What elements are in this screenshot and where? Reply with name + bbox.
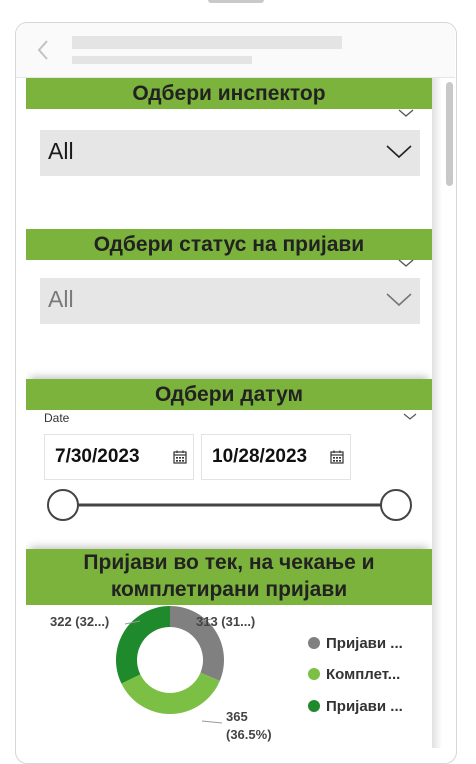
scrollbar-thumb[interactable] xyxy=(446,82,453,186)
legend-item[interactable]: Комплет... xyxy=(308,666,400,686)
legend-label: Пријави ... xyxy=(326,698,403,715)
start-date-value: 7/30/2023 xyxy=(55,446,140,467)
date-filter-title: Одбери датум xyxy=(26,379,432,410)
content-shadow xyxy=(432,78,442,748)
calendar-icon[interactable] xyxy=(330,450,344,464)
chevron-down-icon xyxy=(386,293,412,307)
slice-data-label: 313 (31...) xyxy=(196,614,256,629)
slider-end-handle[interactable] xyxy=(380,489,412,521)
legend-item[interactable]: Пријави ... xyxy=(308,635,403,655)
calendar-icon[interactable] xyxy=(173,450,187,464)
legend-marker xyxy=(308,668,320,680)
legend-item[interactable]: Пријави ... xyxy=(308,698,403,718)
inspector-select[interactable]: All xyxy=(40,130,420,176)
status-select[interactable]: All xyxy=(40,278,420,324)
date-slicer-label: Date xyxy=(44,411,70,425)
end-date-input[interactable]: 10/28/2023 xyxy=(201,434,351,480)
donut-slice[interactable] xyxy=(115,606,170,684)
back-chevron-icon[interactable] xyxy=(32,36,54,64)
legend-marker xyxy=(308,637,320,649)
chevron-down-icon xyxy=(386,145,412,159)
leader-line xyxy=(201,720,223,724)
inspector-select-value: All xyxy=(48,138,74,164)
date-range-slider[interactable] xyxy=(44,488,414,522)
donut-slice[interactable] xyxy=(121,672,220,714)
legend-marker xyxy=(308,700,320,712)
top-notch xyxy=(208,0,264,3)
date-collapse-chevron-icon[interactable] xyxy=(402,412,418,422)
subtitle-placeholder xyxy=(72,56,252,64)
legend-label: Пријави ... xyxy=(326,635,403,652)
inspector-collapse-chevron-icon[interactable] xyxy=(398,108,414,118)
status-filter-title: Одбери статус на пријави xyxy=(26,229,432,260)
slider-start-handle[interactable] xyxy=(47,489,79,521)
status-collapse-chevron-icon[interactable] xyxy=(398,258,414,268)
end-date-value: 10/28/2023 xyxy=(212,446,308,467)
browser-bar xyxy=(16,23,455,78)
start-date-input[interactable]: 7/30/2023 xyxy=(44,434,194,480)
legend-label: Комплет... xyxy=(326,666,401,683)
report-content: Одбери инспектор All Одбери статус на пр… xyxy=(26,78,432,748)
inspector-filter-title: Одбери инспектор xyxy=(26,78,432,109)
status-select-value: All xyxy=(48,286,74,312)
slice-data-label: 365 (36.5%) xyxy=(226,709,272,742)
slice-data-label: 322 (32...) xyxy=(50,614,110,629)
address-placeholder xyxy=(72,36,342,49)
chart-title: Пријави во тек, на чекање и комплетирани… xyxy=(26,549,432,605)
